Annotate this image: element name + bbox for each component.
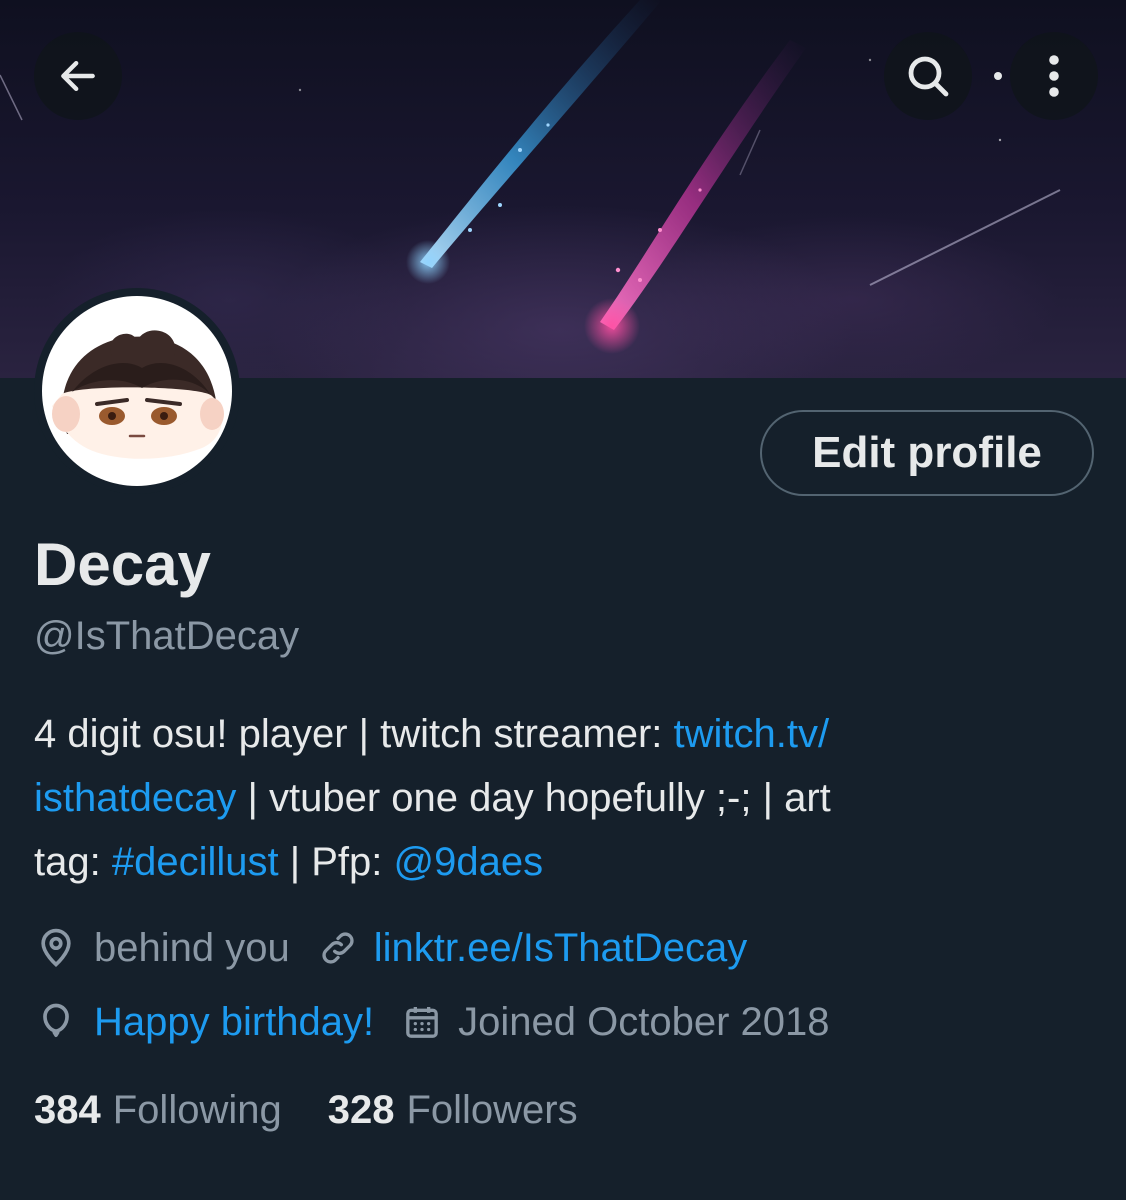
followers-stat[interactable]: 328 Followers [328, 1088, 578, 1133]
birthday-text: Happy birthday! [94, 999, 375, 1044]
more-options-button[interactable] [1010, 32, 1098, 120]
profile-meta-row: behind you linktr.ee/IsThatDecay [34, 920, 775, 976]
joined-text: Joined October 2018 [458, 999, 830, 1044]
bio-text: tag: [34, 840, 112, 884]
profile-display-name: Decay [34, 531, 211, 598]
bio-hashtag-link[interactable]: #decillust [112, 840, 279, 884]
search-button[interactable] [884, 32, 972, 120]
search-icon [908, 56, 949, 97]
profile-bio: 4 digit osu! player | twitch streamer: t… [34, 702, 1094, 894]
bio-mention-link[interactable]: @9daes [394, 840, 544, 884]
profile-location: behind you [34, 926, 290, 971]
followers-count: 328 [327, 1088, 395, 1132]
bio-line-3: tag: #decillust | Pfp: @9daes [34, 830, 1094, 894]
bio-twitch-link-continued[interactable]: isthatdecay [34, 776, 236, 820]
bio-line-1: 4 digit osu! player | twitch streamer: t… [34, 702, 1094, 766]
profile-handle: @IsThatDecay [34, 614, 300, 658]
profile-website[interactable]: linktr.ee/IsThatDecay [318, 926, 748, 971]
website-link[interactable]: linktr.ee/IsThatDecay [374, 926, 748, 971]
link-icon [322, 932, 354, 964]
back-button[interactable] [34, 32, 122, 120]
profile-meta-row: Happy birthday! Joined October 2018 [34, 994, 858, 1050]
profile-birthday: Happy birthday! [34, 1000, 374, 1045]
location-pin-icon [41, 928, 71, 967]
avatar[interactable] [34, 288, 240, 494]
bio-twitch-link[interactable]: twitch.tv/ [674, 712, 830, 756]
location-text: behind you [94, 925, 290, 970]
balloon-icon [43, 1003, 69, 1038]
header-separator-dot [994, 72, 1002, 80]
bio-text: | vtuber one day hopefully ;-; | art [236, 776, 831, 820]
bio-line-2: isthatdecay | vtuber one day hopefully ;… [34, 766, 1094, 830]
followers-label: Followers [406, 1088, 578, 1132]
profile-stats: 384 Following 328 Followers [34, 1088, 624, 1133]
avatar-image [42, 296, 232, 486]
profile-joined: Joined October 2018 [402, 999, 830, 1045]
calendar-icon [406, 1007, 438, 1038]
bio-text: 4 digit osu! player | twitch streamer: [34, 712, 674, 756]
following-label: Following [112, 1088, 282, 1132]
edit-profile-button[interactable]: Edit profile [760, 410, 1094, 496]
more-vertical-icon [1049, 55, 1059, 97]
arrow-left-icon [61, 60, 95, 92]
bio-text: | Pfp: [278, 840, 394, 884]
following-count: 384 [34, 1088, 101, 1132]
following-stat[interactable]: 384 Following [34, 1088, 282, 1133]
